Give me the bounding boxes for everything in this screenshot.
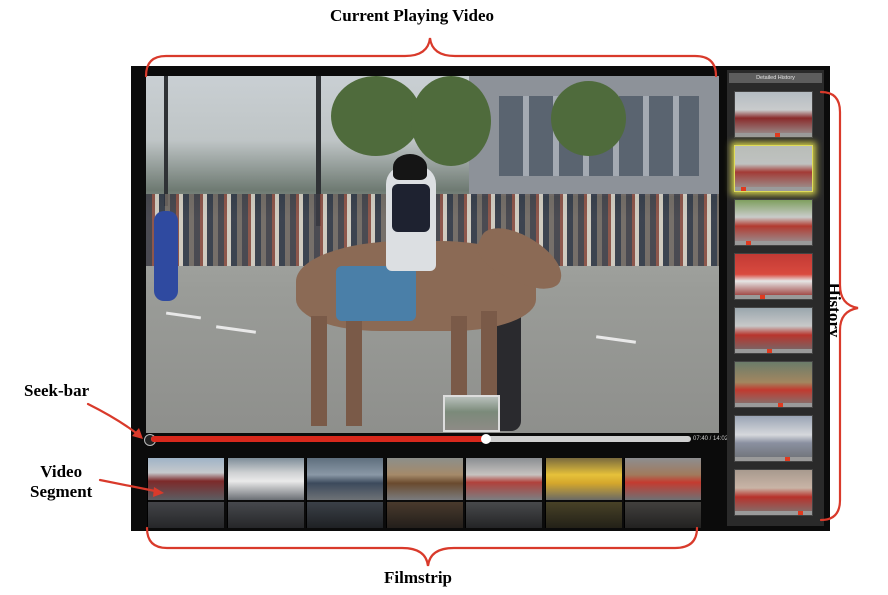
filmstrip-segment[interactable]	[465, 458, 542, 528]
road-marking	[215, 325, 257, 334]
segment-thumbnail	[546, 458, 622, 500]
lamp-pole	[164, 76, 168, 206]
history-item-position-marker	[767, 349, 772, 353]
history-item[interactable]	[734, 199, 813, 246]
current-playing-video-label: Current Playing Video	[330, 6, 495, 25]
tree	[551, 81, 626, 156]
segment-reflection	[148, 502, 224, 528]
history-item-position-marker	[760, 295, 765, 299]
history-item-position-marker	[746, 241, 751, 245]
seek-bar-handle[interactable]	[481, 434, 491, 444]
history-item-position-marker	[798, 511, 803, 515]
filmstrip-segment[interactable]	[386, 458, 463, 528]
history-item[interactable]	[734, 307, 813, 354]
history-item[interactable]	[734, 91, 813, 138]
filmstrip-segment[interactable]	[545, 458, 622, 528]
segment-thumbnail	[387, 458, 463, 500]
history-item-position-bar	[735, 457, 812, 461]
road-marking	[165, 311, 202, 320]
segment-thumbnail	[148, 458, 224, 500]
history-item[interactable]	[734, 253, 813, 300]
segment-thumbnail	[228, 458, 304, 500]
segment-reflection	[466, 502, 542, 528]
brace-filmstrip	[145, 526, 699, 567]
seek-bar-label: Seek-bar	[24, 381, 90, 400]
filmstrip-label: Filmstrip	[384, 568, 452, 587]
time-readout: 07:40 / 14:02	[693, 436, 729, 442]
segment-reflection	[228, 502, 304, 528]
saddle-pad	[336, 266, 416, 321]
rider-helmet	[393, 154, 427, 180]
seek-preview-thumbnail	[443, 395, 500, 432]
history-item[interactable]	[734, 415, 813, 462]
history-item-position-bar	[735, 349, 812, 353]
history-header: Detailed History	[729, 73, 822, 83]
history-item[interactable]	[734, 469, 813, 516]
tree	[411, 76, 491, 166]
rider-vest	[392, 184, 430, 232]
segment-reflection	[546, 502, 622, 528]
segment-reflection	[387, 502, 463, 528]
segment-thumbnail	[466, 458, 542, 500]
filmstrip-segment[interactable]	[147, 458, 224, 528]
segment-thumbnail	[625, 458, 701, 500]
history-item-position-bar	[735, 295, 812, 299]
history-item-position-bar	[735, 403, 812, 407]
horse-leg	[311, 316, 327, 426]
filmstrip-segment[interactable]	[624, 458, 701, 528]
pedestrian	[154, 211, 178, 301]
history-item-position-marker	[775, 133, 780, 137]
video-viewport[interactable]	[146, 76, 719, 433]
segment-reflection	[307, 502, 383, 528]
history-item[interactable]	[734, 361, 813, 408]
history-item-position-marker	[785, 457, 790, 461]
video-segment-label: Video Segment	[30, 462, 93, 501]
filmstrip-segment[interactable]	[306, 458, 383, 528]
road-marking	[595, 335, 637, 344]
history-item-position-marker	[778, 403, 783, 407]
tree	[331, 76, 421, 156]
history-item-position-bar	[735, 133, 812, 137]
segment-thumbnail	[307, 458, 383, 500]
history-item-position-marker	[741, 187, 746, 191]
seek-bar-progress	[151, 436, 486, 442]
segment-reflection	[625, 502, 701, 528]
history-item-active[interactable]	[734, 145, 813, 192]
filmstrip-segment[interactable]	[227, 458, 304, 528]
history-item-position-bar	[735, 187, 812, 191]
horse-leg	[346, 321, 362, 426]
